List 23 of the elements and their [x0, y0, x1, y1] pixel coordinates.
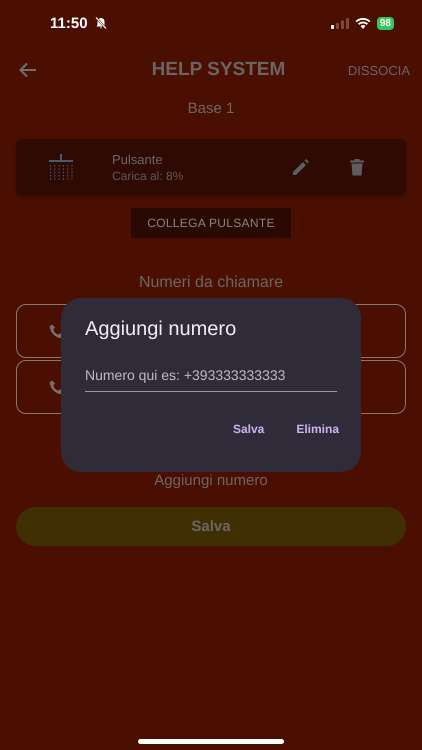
dissocia-button[interactable]: DISSOCIA	[348, 62, 410, 78]
back-arrow-icon[interactable]	[19, 62, 37, 78]
base-name: Base 1	[186, 100, 236, 117]
dialog-title: Aggiungi numero	[85, 318, 238, 341]
link-button[interactable]: COLLEGA PULSANTE	[131, 208, 291, 238]
number-input-field[interactable]: Numero qui es: +393333333333	[85, 367, 337, 392]
charge-level: Carica al: 8%	[112, 168, 184, 182]
bell-slash-icon	[94, 16, 108, 30]
status-time: 11:50	[50, 14, 88, 32]
battery-indicator: 98	[376, 16, 394, 30]
edit-icon[interactable]	[292, 158, 310, 176]
device-name: Pulsante	[112, 152, 164, 166]
numbers-heading: Numeri da chiamare	[138, 274, 284, 292]
shower-icon	[48, 153, 74, 181]
wifi-icon	[354, 17, 371, 29]
delete-icon[interactable]	[350, 158, 364, 176]
app-title: HELP SYSTEM	[152, 59, 286, 81]
phone-icon	[49, 324, 64, 338]
dialog-action-button[interactable]: Salva	[222, 416, 274, 442]
phone-icon	[49, 380, 64, 394]
dialog-action-button[interactable]: Elimina	[286, 416, 349, 442]
add-number-link[interactable]: Aggiungi numero	[0, 472, 422, 489]
signal-icon	[330, 18, 349, 28]
